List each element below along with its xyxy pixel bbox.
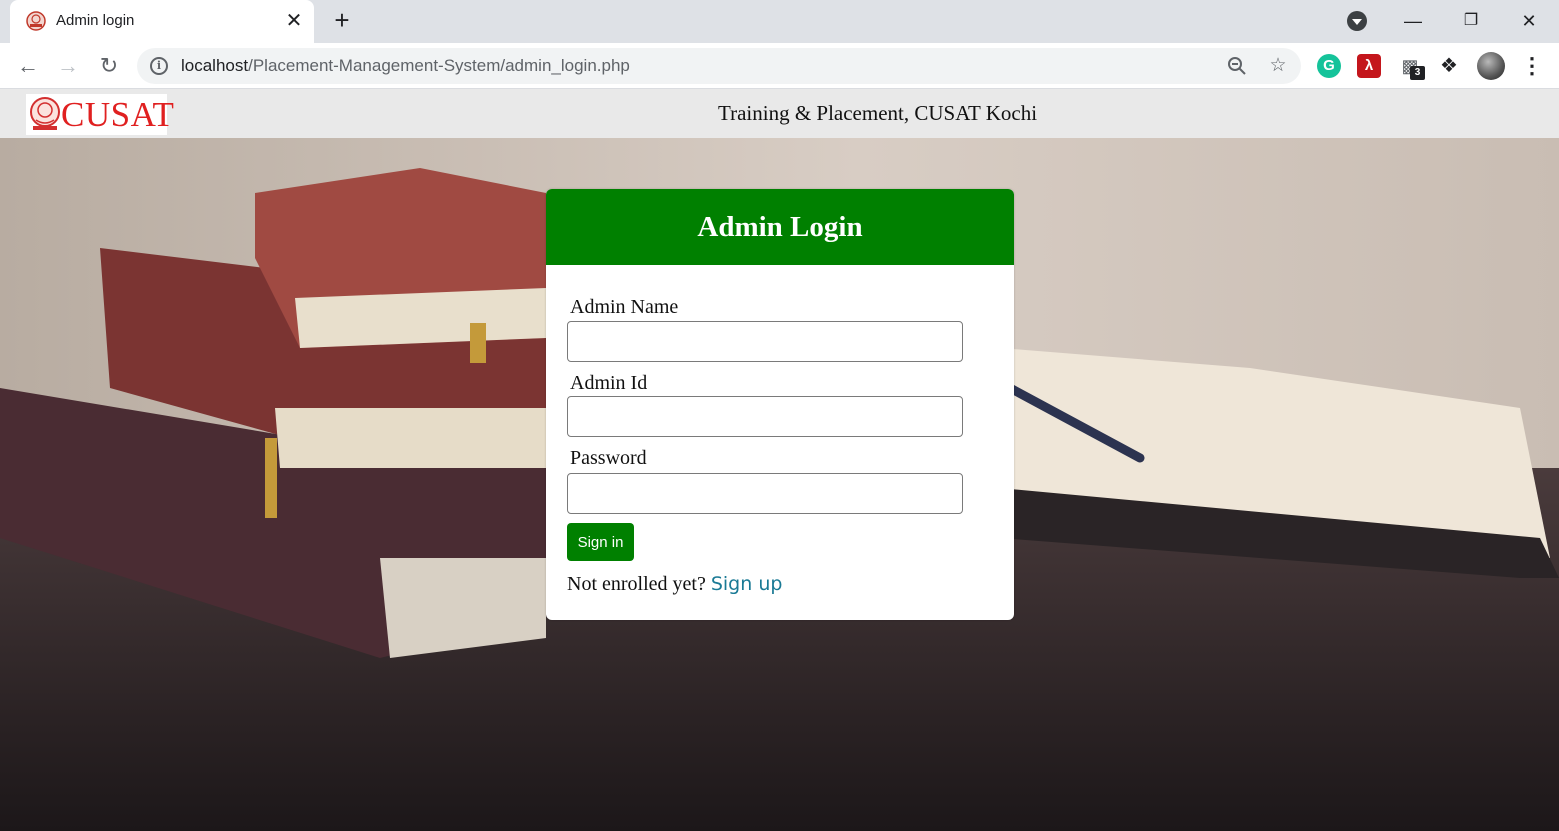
- url-path: /Placement-Management-System/admin_login…: [248, 56, 630, 75]
- enroll-prompt-text: Not enrolled yet?: [567, 573, 706, 595]
- address-bar[interactable]: i localhost/Placement-Management-System/…: [137, 48, 1301, 84]
- zoom-icon[interactable]: [1225, 54, 1249, 78]
- enroll-prompt-line: Not enrolled yet? Sign up: [567, 573, 782, 596]
- clipboard-extension-icon[interactable]: ▩ 3: [1398, 54, 1425, 80]
- back-arrow-icon[interactable]: ←: [14, 52, 42, 80]
- tab-search-dropdown-icon[interactable]: [1347, 11, 1367, 31]
- site-title: Training & Placement, CUSAT Kochi: [718, 101, 1038, 125]
- admin-name-label: Admin Name: [570, 296, 679, 318]
- puzzle-extensions-icon[interactable]: ❖: [1437, 54, 1461, 78]
- menu-dots-icon[interactable]: ⋮: [1520, 52, 1544, 80]
- profile-avatar[interactable]: [1477, 52, 1505, 80]
- logo-text: CUSAT: [61, 95, 175, 134]
- grammarly-icon[interactable]: G: [1317, 54, 1341, 78]
- info-icon[interactable]: i: [150, 57, 168, 75]
- cusat-seal-icon: [30, 97, 60, 130]
- sign-up-link[interactable]: Sign up: [711, 573, 783, 595]
- admin-login-card: Admin Login Admin Name Admin Id Password…: [546, 189, 1014, 620]
- login-heading: Admin Login: [546, 189, 1014, 265]
- reload-icon[interactable]: ↻: [95, 52, 123, 80]
- site-header: CUSAT Training & Placement, CUSAT Kochi: [0, 89, 1559, 138]
- acrobat-pdf-icon[interactable]: λ: [1357, 54, 1381, 78]
- admin-name-input[interactable]: [567, 321, 963, 362]
- forward-arrow-icon[interactable]: →: [54, 52, 82, 80]
- url-host: localhost: [181, 56, 249, 75]
- url-text[interactable]: localhost/Placement-Management-System/ad…: [181, 56, 630, 76]
- cusat-favicon-icon: [26, 11, 46, 31]
- browser-tab-active[interactable]: Admin login ✕: [10, 0, 314, 43]
- extension-badge: 3: [1410, 66, 1425, 80]
- cusat-logo[interactable]: CUSAT: [26, 94, 174, 135]
- admin-id-input[interactable]: [567, 396, 963, 437]
- page-viewport: CUSAT Training & Placement, CUSAT Kochi: [0, 89, 1559, 831]
- sign-in-button[interactable]: Sign in: [567, 523, 634, 561]
- close-window-button[interactable]: ✕: [1515, 8, 1543, 34]
- password-label: Password: [570, 447, 647, 469]
- tab-title: Admin login: [56, 12, 135, 29]
- tab-close-icon[interactable]: ✕: [282, 9, 306, 33]
- restore-window-button[interactable]: ❐: [1457, 8, 1485, 34]
- password-input[interactable]: [567, 473, 963, 514]
- browser-tab-strip: Admin login ✕ + — ❐ ✕: [0, 0, 1559, 43]
- minimize-window-button[interactable]: —: [1399, 8, 1427, 34]
- star-icon[interactable]: ☆: [1266, 54, 1290, 78]
- browser-toolbar: ← → ↻ i localhost/Placement-Management-S…: [0, 43, 1559, 89]
- admin-id-label: Admin Id: [570, 372, 648, 394]
- new-tab-button[interactable]: +: [328, 7, 356, 35]
